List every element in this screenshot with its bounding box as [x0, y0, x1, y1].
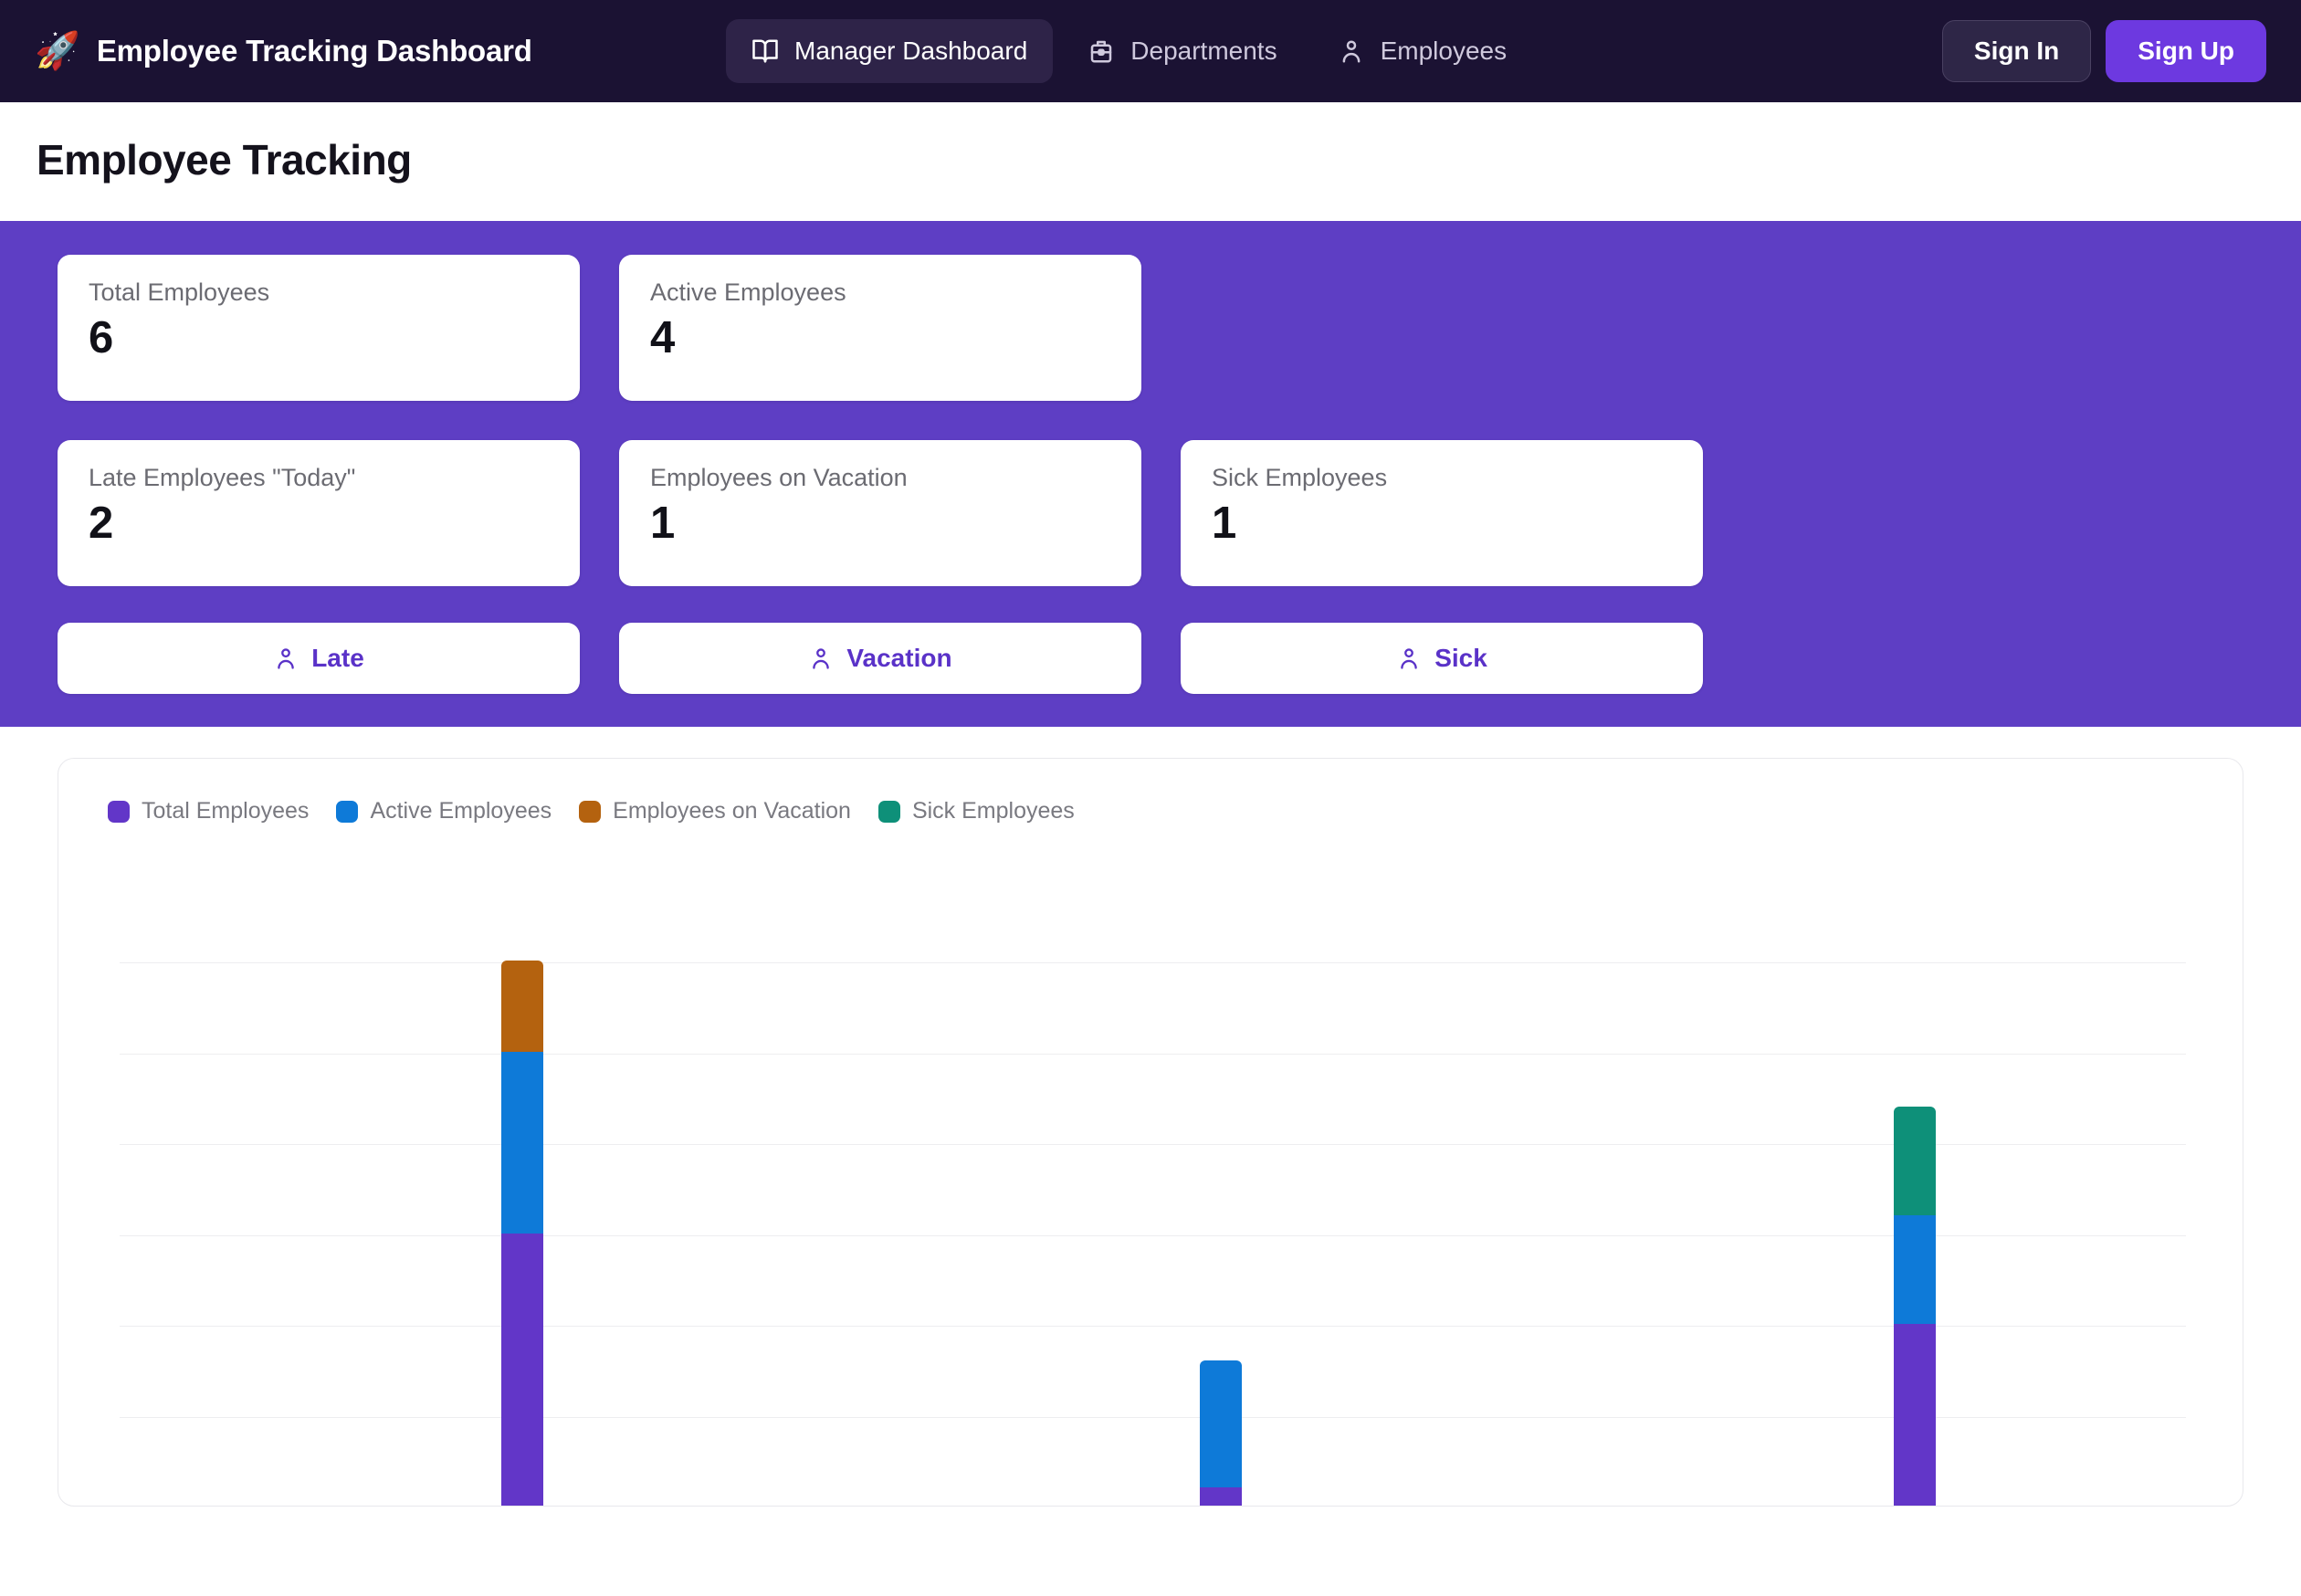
stat-card-total-employees: Total Employees 6 — [58, 255, 580, 401]
user-icon — [1338, 37, 1365, 65]
legend-swatch-icon — [336, 800, 359, 823]
legend-item[interactable]: Sick Employees — [877, 798, 1075, 824]
legend-swatch-icon — [877, 800, 900, 823]
page-title-bar: Employee Tracking — [0, 102, 2301, 221]
chart-plot-area — [120, 872, 2186, 1506]
stats-row-primary: Total Employees 6 Active Employees 4 — [0, 255, 2301, 401]
chart-bars — [120, 872, 2186, 1506]
chart-card: Total Employees Active Employees Employees… — [58, 758, 2243, 1507]
stats-section: Total Employees 6 Active Employees 4 Lat… — [0, 221, 2301, 727]
tab-label: Manager Dashboard — [794, 37, 1028, 65]
bar-segment — [1894, 1214, 1936, 1325]
page-title: Employee Tracking — [37, 136, 412, 184]
sick-button[interactable]: Sick — [1181, 623, 1703, 694]
bar-segment — [1200, 1487, 1242, 1506]
bar-3[interactable] — [1894, 1106, 1936, 1506]
stat-card-active-employees: Active Employees 4 — [619, 255, 1141, 401]
vacation-button[interactable]: Vacation — [619, 623, 1141, 694]
legend-item[interactable]: Employees on Vacation — [579, 798, 851, 824]
late-button[interactable]: Late — [58, 623, 580, 694]
user-icon — [1396, 646, 1422, 671]
user-icon — [273, 646, 299, 671]
tab-label: Departments — [1130, 37, 1277, 65]
bar-segment — [1894, 1106, 1936, 1215]
legend-label: Total Employees — [142, 798, 310, 824]
bar-segment — [1200, 1360, 1242, 1488]
legend-label: Sick Employees — [911, 798, 1075, 824]
nav-actions: Sign In Sign Up — [1941, 20, 2266, 82]
bar-segment — [1894, 1324, 1936, 1506]
stat-value: 2 — [89, 499, 114, 548]
legend-swatch-icon — [108, 800, 130, 823]
nav-tabs: Manager Dashboard Departments Employees — [726, 19, 1532, 83]
stat-card-sick-employees: Sick Employees 1 — [1181, 440, 1703, 586]
action-label: Sick — [1434, 644, 1487, 672]
stat-label: Total Employees — [89, 278, 270, 306]
legend-item[interactable]: Active Employees — [336, 798, 552, 824]
stat-label: Sick Employees — [1212, 464, 1388, 491]
bar-segment — [501, 961, 543, 1052]
stat-label: Late Employees "Today" — [89, 464, 356, 491]
legend-label: Active Employees — [370, 798, 552, 824]
stat-card-late-employees: Late Employees "Today" 2 — [58, 440, 580, 586]
action-label: Late — [311, 644, 364, 672]
legend-label: Employees on Vacation — [613, 798, 851, 824]
book-open-icon — [751, 37, 779, 65]
brand[interactable]: 🚀 Employee Tracking Dashboard — [35, 33, 532, 69]
tab-label: Employees — [1380, 37, 1508, 65]
briefcase-icon — [1087, 37, 1115, 65]
bar-1[interactable] — [501, 961, 543, 1506]
stat-label: Active Employees — [650, 278, 846, 306]
user-icon — [808, 646, 834, 671]
sign-up-button[interactable]: Sign Up — [2106, 20, 2266, 82]
legend-swatch-icon — [579, 800, 602, 823]
stat-value: 1 — [1212, 499, 1237, 548]
stat-value: 4 — [650, 313, 676, 362]
brand-title: Employee Tracking Dashboard — [96, 34, 532, 68]
chart-section: Total Employees Active Employees Employees… — [0, 727, 2301, 1507]
stats-row-secondary: Late Employees "Today" 2 Employees on Va… — [0, 440, 2301, 586]
stat-label: Employees on Vacation — [650, 464, 908, 491]
stat-value: 1 — [650, 499, 676, 548]
rocket-icon: 🚀 — [35, 31, 80, 71]
action-label: Vacation — [846, 644, 952, 672]
stat-value: 6 — [89, 313, 114, 362]
stats-action-row: Late Vacation Sick — [0, 623, 2301, 694]
bar-segment — [501, 1233, 543, 1506]
tab-departments[interactable]: Departments — [1062, 19, 1302, 83]
chart-legend: Total Employees Active Employees Employees… — [58, 759, 2243, 824]
sign-in-button[interactable]: Sign In — [1941, 20, 2092, 82]
tab-employees[interactable]: Employees — [1312, 19, 1533, 83]
bar-segment — [501, 1051, 543, 1234]
legend-item[interactable]: Total Employees — [108, 798, 309, 824]
tab-manager-dashboard[interactable]: Manager Dashboard — [726, 19, 1054, 83]
stat-card-employees-on-vacation: Employees on Vacation 1 — [619, 440, 1141, 586]
bar-2[interactable] — [1200, 1360, 1242, 1506]
navbar: 🚀 Employee Tracking Dashboard Manager Da… — [0, 0, 2301, 102]
